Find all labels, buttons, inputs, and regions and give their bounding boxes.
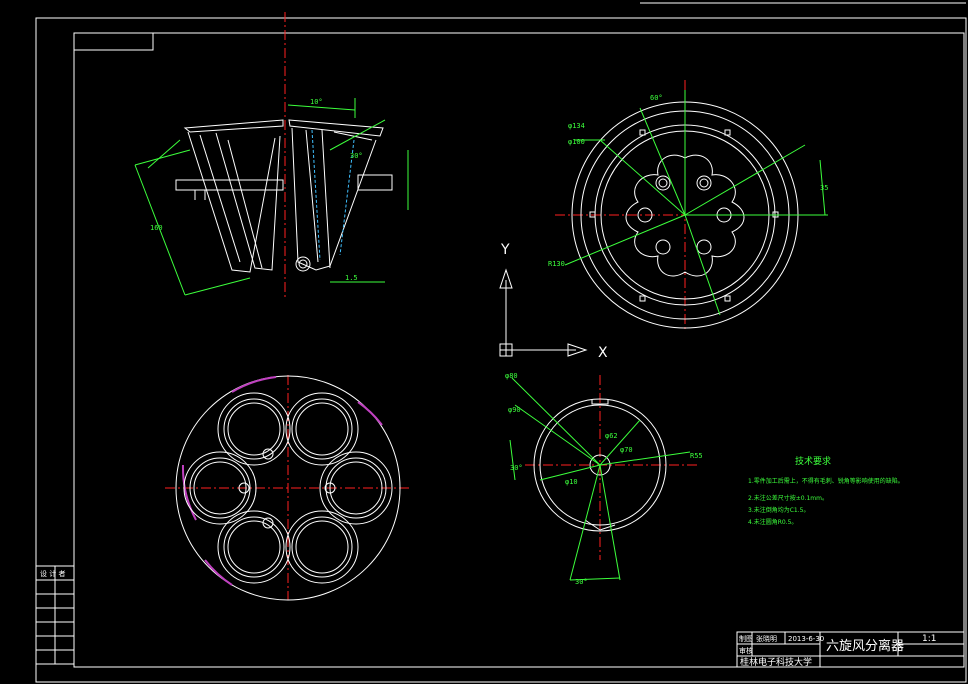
dim-cone-angle-top: 10° bbox=[310, 98, 323, 106]
dim-ring-d3: φ70 bbox=[620, 446, 633, 454]
dim-ring-d2: φ90 bbox=[508, 406, 521, 414]
technical-requirements: 技术要求 1.零件加工后需上，不得有毛刺、锐角等影响使用的缺陷。 2.未注公差尺… bbox=[748, 455, 904, 526]
cyclone-side-section-view: 10° 160 30° 1.5 bbox=[134, 12, 409, 300]
dim-cone-right-small: 1.5 bbox=[345, 274, 358, 282]
disc-hatch-arcs bbox=[181, 376, 383, 586]
ucs-y-label: Y bbox=[500, 242, 510, 258]
dim-ring-d1: φ80 bbox=[505, 372, 518, 380]
dim-plan-inner: φ100 bbox=[568, 138, 585, 146]
side-dimension-lines bbox=[134, 98, 409, 296]
drawing-date: 2013-6-30 bbox=[788, 635, 824, 643]
designer-label: 制图 bbox=[739, 634, 753, 643]
drawing-frame bbox=[35, 2, 967, 683]
dim-plan-outer: φ134 bbox=[568, 122, 585, 130]
checker-label: 审核 bbox=[739, 646, 753, 655]
ucs-x-label: X bbox=[598, 345, 608, 361]
dim-ring-d5: φ10 bbox=[565, 478, 578, 486]
tech-note-line: 4.未注圆角R0.5。 bbox=[748, 518, 797, 526]
cone-right-outline bbox=[288, 119, 393, 272]
ucs-icon bbox=[499, 268, 588, 357]
cad-drawing-canvas: 设 计 者 制图 张晓明 2013-6-30 审核 六旋风分离器 1:1 桂林电… bbox=[35, 2, 967, 683]
dim-cone-angle-right: 30° bbox=[350, 152, 363, 160]
left-table-header: 设 计 者 bbox=[40, 569, 65, 578]
cyclone-disc-view bbox=[165, 375, 410, 601]
tech-note-line: 2.未注公差尺寸按±0.1mm。 bbox=[748, 494, 828, 502]
dim-ring-r: R55 bbox=[690, 452, 703, 460]
tech-notes-title: 技术要求 bbox=[795, 455, 831, 467]
dim-ring-d4: φ62 bbox=[605, 432, 618, 440]
left-side-table bbox=[35, 565, 75, 665]
dim-cone-height: 160 bbox=[150, 224, 163, 232]
dim-ring-angle-bottom: 30° bbox=[575, 578, 588, 586]
cyclone-plan-view: φ134 φ100 R130 60° 35 bbox=[548, 80, 828, 330]
dim-plan-r-small: R130 bbox=[548, 260, 565, 268]
cone-left-outline bbox=[175, 119, 284, 273]
ring-detail-view: φ80 φ90 φ70 φ62 φ10 R55 30° 30° bbox=[505, 372, 703, 586]
dim-ring-angle-left: 30° bbox=[510, 464, 523, 472]
drawing-title: 六旋风分离器 bbox=[826, 638, 904, 654]
tech-note-line: 3.未注倒角均为C1.5。 bbox=[748, 506, 809, 514]
dim-plan-right: 35 bbox=[820, 184, 828, 192]
tech-note-line: 1.零件加工后需上，不得有毛刺、锐角等影响使用的缺陷。 bbox=[748, 477, 904, 485]
dim-plan-angle-top: 60° bbox=[650, 94, 663, 102]
school-name: 桂林电子科技大学 bbox=[740, 656, 812, 668]
corner-label-box bbox=[73, 32, 154, 51]
designer-name: 张晓明 bbox=[756, 634, 777, 643]
drawing-scale: 1:1 bbox=[922, 634, 936, 644]
